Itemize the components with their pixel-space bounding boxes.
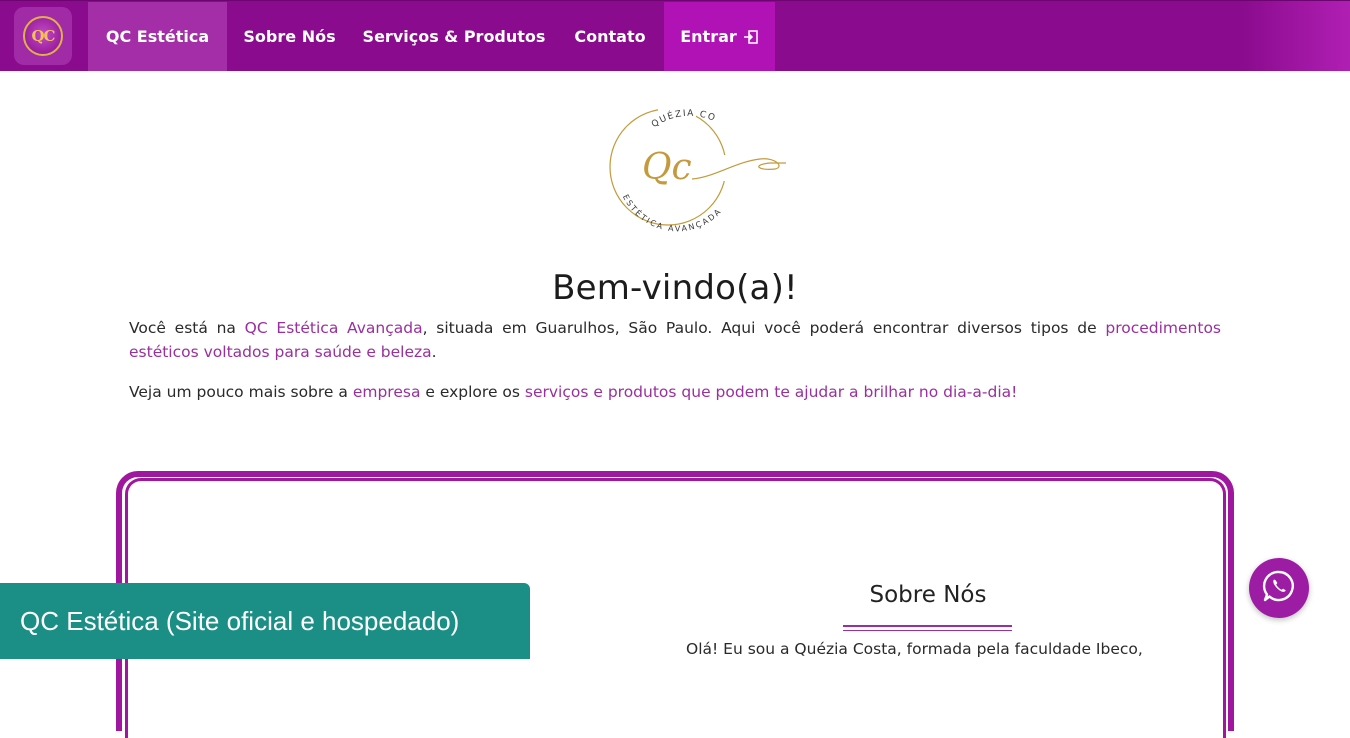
company-name-link[interactable]: QC Estética Avançada <box>245 319 423 337</box>
nav-item-services[interactable]: Serviços & Produtos <box>352 2 556 71</box>
brand-home-button[interactable]: QC <box>14 7 72 65</box>
intro-text: . <box>431 343 437 361</box>
nav-item-home[interactable]: QC Estética <box>88 2 227 71</box>
company-link[interactable]: empresa <box>353 383 421 401</box>
whatsapp-icon <box>1262 569 1296 607</box>
logo-monogram: Qc <box>642 147 692 188</box>
navbar: QC QC Estética Sobre Nós Serviços & Prod… <box>0 0 1350 71</box>
login-label: Entrar <box>680 27 737 46</box>
whatsapp-button[interactable] <box>1249 558 1309 618</box>
intro-text: , situada em Guarulhos, São Paulo. Aqui … <box>422 319 1106 337</box>
intro-text: e explore os <box>420 383 525 401</box>
login-icon <box>743 29 759 45</box>
quezia-costa-logo: QUÉZIA COSTA ESTÉTICA AVANÇADA Qc <box>596 100 800 241</box>
logo-bottom-text: ESTÉTICA AVANÇADA <box>621 193 724 233</box>
intro-paragraph-1: Você está na QC Estética Avançada, situa… <box>129 316 1221 364</box>
intro-text: Você está na <box>129 319 245 337</box>
nav-item-about[interactable]: Sobre Nós <box>227 2 352 71</box>
qc-logo-icon: QC <box>23 16 63 56</box>
about-text: Olá! Eu sou a Quézia Costa, formada pela… <box>686 640 1143 658</box>
about-divider-thin <box>843 630 1012 631</box>
services-products-link[interactable]: serviços e produtos que podem te ajudar … <box>525 383 1017 401</box>
nav-item-contact[interactable]: Contato <box>556 2 664 71</box>
caption-label: QC Estética (Site oficial e hospedado) <box>0 583 530 659</box>
login-button[interactable]: Entrar <box>664 2 775 71</box>
intro-paragraph-2: Veja um pouco mais sobre a empresa e exp… <box>129 380 1221 404</box>
intro-text: Veja um pouco mais sobre a <box>129 383 353 401</box>
welcome-title: Bem-vindo(a)! <box>552 268 798 308</box>
about-divider <box>843 625 1012 627</box>
about-title: Sobre Nós <box>869 582 987 608</box>
